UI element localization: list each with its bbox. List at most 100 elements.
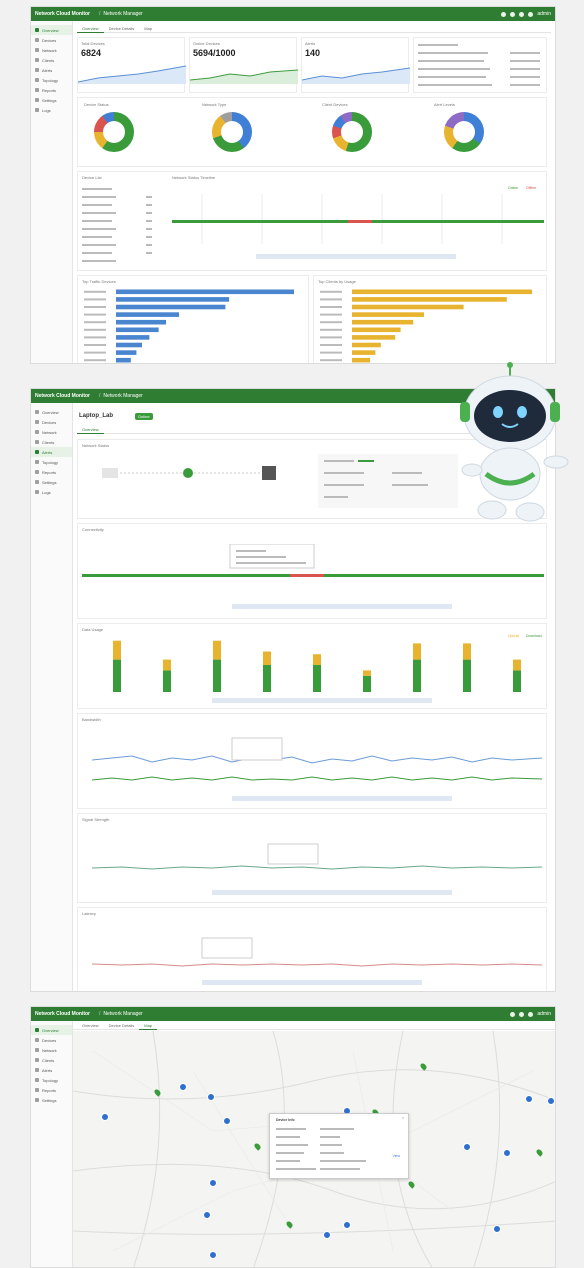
map-cluster-pin[interactable] [209, 1251, 217, 1259]
bar [352, 357, 370, 363]
connectivity-timeline[interactable] [82, 544, 544, 616]
breadcrumb[interactable]: Network Manager [103, 11, 142, 17]
device-list[interactable] [82, 184, 162, 268]
upload-bar [163, 659, 171, 671]
search-icon[interactable] [510, 1011, 516, 1017]
app-brand[interactable]: Network Cloud Monitor [35, 393, 90, 399]
stat-card-online[interactable]: Online Devices 5694/1000 [189, 37, 298, 93]
tab-overview[interactable]: Overview [77, 1023, 104, 1028]
device-icon [35, 420, 39, 424]
download-bar [313, 665, 321, 692]
stat-card-alerts[interactable]: Alerts 140 [301, 37, 410, 93]
stacked-bar-chart[interactable] [92, 638, 542, 706]
tab-map[interactable]: Map [139, 1021, 158, 1030]
sidebar-item-alerts[interactable]: Alerts [31, 447, 72, 457]
sidebar-item-logs[interactable]: Logs [31, 487, 72, 497]
section-title: Latency [82, 911, 97, 916]
download-bar [163, 670, 171, 692]
user-menu[interactable]: admin [537, 11, 551, 17]
user-menu[interactable]: admin [537, 1011, 551, 1017]
breadcrumb-separator: / [99, 393, 101, 399]
sidebar-item-clients[interactable]: Clients [31, 437, 72, 447]
search-icon[interactable] [501, 11, 507, 17]
map-cluster-pin[interactable] [323, 1231, 331, 1239]
sidebar-item-devices[interactable]: Devices [31, 1035, 72, 1045]
sidebar-item-overview[interactable]: Overview [31, 25, 72, 35]
sidebar-item-settings[interactable]: Settings [31, 95, 72, 105]
network-icon [35, 430, 39, 434]
sidebar-item-clients[interactable]: Clients [31, 1055, 72, 1065]
help-icon[interactable] [528, 11, 534, 17]
gear-icon[interactable] [528, 1011, 534, 1017]
gear-icon[interactable] [519, 11, 525, 17]
sidebar-item-devices[interactable]: Devices [31, 417, 72, 427]
sidebar-item-topology[interactable]: Topology [31, 457, 72, 467]
sidebar-item-network[interactable]: Network [31, 45, 72, 55]
bar [352, 335, 396, 340]
map-cluster-pin[interactable] [463, 1143, 471, 1151]
bar [352, 327, 401, 333]
breadcrumb[interactable]: Network Manager [103, 393, 142, 399]
map-cluster-pin[interactable] [547, 1097, 555, 1105]
sidebar-item-reports[interactable]: Reports [31, 1085, 72, 1095]
sidebar-item-topology[interactable]: Topology [31, 1075, 72, 1085]
section-title: Connectivity [82, 527, 104, 532]
bar-label [320, 328, 342, 331]
sidebar-item-network[interactable]: Network [31, 427, 72, 437]
tab-device-details[interactable]: Device Details [104, 1023, 140, 1028]
status-badge: Online [135, 413, 153, 420]
sidebar-item-settings[interactable]: Settings [31, 477, 72, 487]
tab-map[interactable]: Map [139, 26, 157, 31]
map-cluster-pin[interactable] [525, 1095, 533, 1103]
map-cluster-pin[interactable] [343, 1221, 351, 1229]
bell-icon[interactable] [519, 1011, 525, 1017]
bandwidth-line-chart[interactable] [92, 730, 542, 806]
wifi-icon [183, 468, 193, 478]
popup-view-link[interactable]: View [392, 1154, 400, 1158]
horizontal-bar-chart[interactable] [80, 288, 308, 364]
donut-chart[interactable] [212, 112, 252, 152]
breadcrumb[interactable]: Network Manager [103, 1011, 142, 1017]
sidebar-item-settings[interactable]: Settings [31, 1095, 72, 1105]
donut-chart[interactable] [332, 112, 372, 152]
topology-diagram[interactable] [98, 456, 298, 496]
sidebar-item-overview[interactable]: Overview [31, 1025, 72, 1035]
app-brand[interactable]: Network Cloud Monitor [35, 1011, 90, 1017]
sidebar-item-alerts[interactable]: Alerts [31, 1065, 72, 1075]
latency-line-chart[interactable] [92, 924, 542, 990]
signal-line-chart[interactable] [92, 830, 542, 900]
sparkline [190, 69, 298, 84]
sidebar-item-reports[interactable]: Reports [31, 85, 72, 95]
close-icon[interactable]: × [402, 1116, 404, 1120]
map-cluster-pin[interactable] [203, 1211, 211, 1219]
sidebar-item-topology[interactable]: Topology [31, 75, 72, 85]
bar-label [84, 290, 106, 293]
map-cluster-pin[interactable] [209, 1179, 217, 1187]
map-cluster-pin[interactable] [223, 1117, 231, 1125]
status-timeline[interactable] [172, 194, 544, 264]
horizontal-bar-chart[interactable] [316, 288, 546, 364]
sidebar-item-logs[interactable]: Logs [31, 105, 72, 115]
bar [352, 304, 464, 310]
map-cluster-pin[interactable] [207, 1093, 215, 1101]
sidebar-item-devices[interactable]: Devices [31, 35, 72, 45]
bar [116, 335, 150, 340]
tab-overview[interactable]: Overview [77, 24, 104, 33]
sidebar-item-clients[interactable]: Clients [31, 55, 72, 65]
stat-card-total[interactable]: Total Devices 6824 [77, 37, 186, 93]
map-cluster-pin[interactable] [503, 1149, 511, 1157]
tab-overview[interactable]: Overview [77, 425, 104, 434]
donut-chart[interactable] [94, 112, 134, 152]
sidebar-item-reports[interactable]: Reports [31, 467, 72, 477]
sidebar-item-overview[interactable]: Overview [31, 407, 72, 417]
map-cluster-pin[interactable] [179, 1083, 187, 1091]
sidebar-item-alerts[interactable]: Alerts [31, 65, 72, 75]
robot-mascot-illustration [460, 362, 569, 522]
sidebar-item-network[interactable]: Network [31, 1045, 72, 1055]
donut-chart[interactable] [444, 112, 484, 152]
bell-icon[interactable] [510, 11, 516, 17]
tab-device-details[interactable]: Device Details [104, 26, 140, 31]
map-cluster-pin[interactable] [101, 1113, 109, 1121]
app-brand[interactable]: Network Cloud Monitor [35, 11, 90, 17]
map-cluster-pin[interactable] [493, 1225, 501, 1233]
